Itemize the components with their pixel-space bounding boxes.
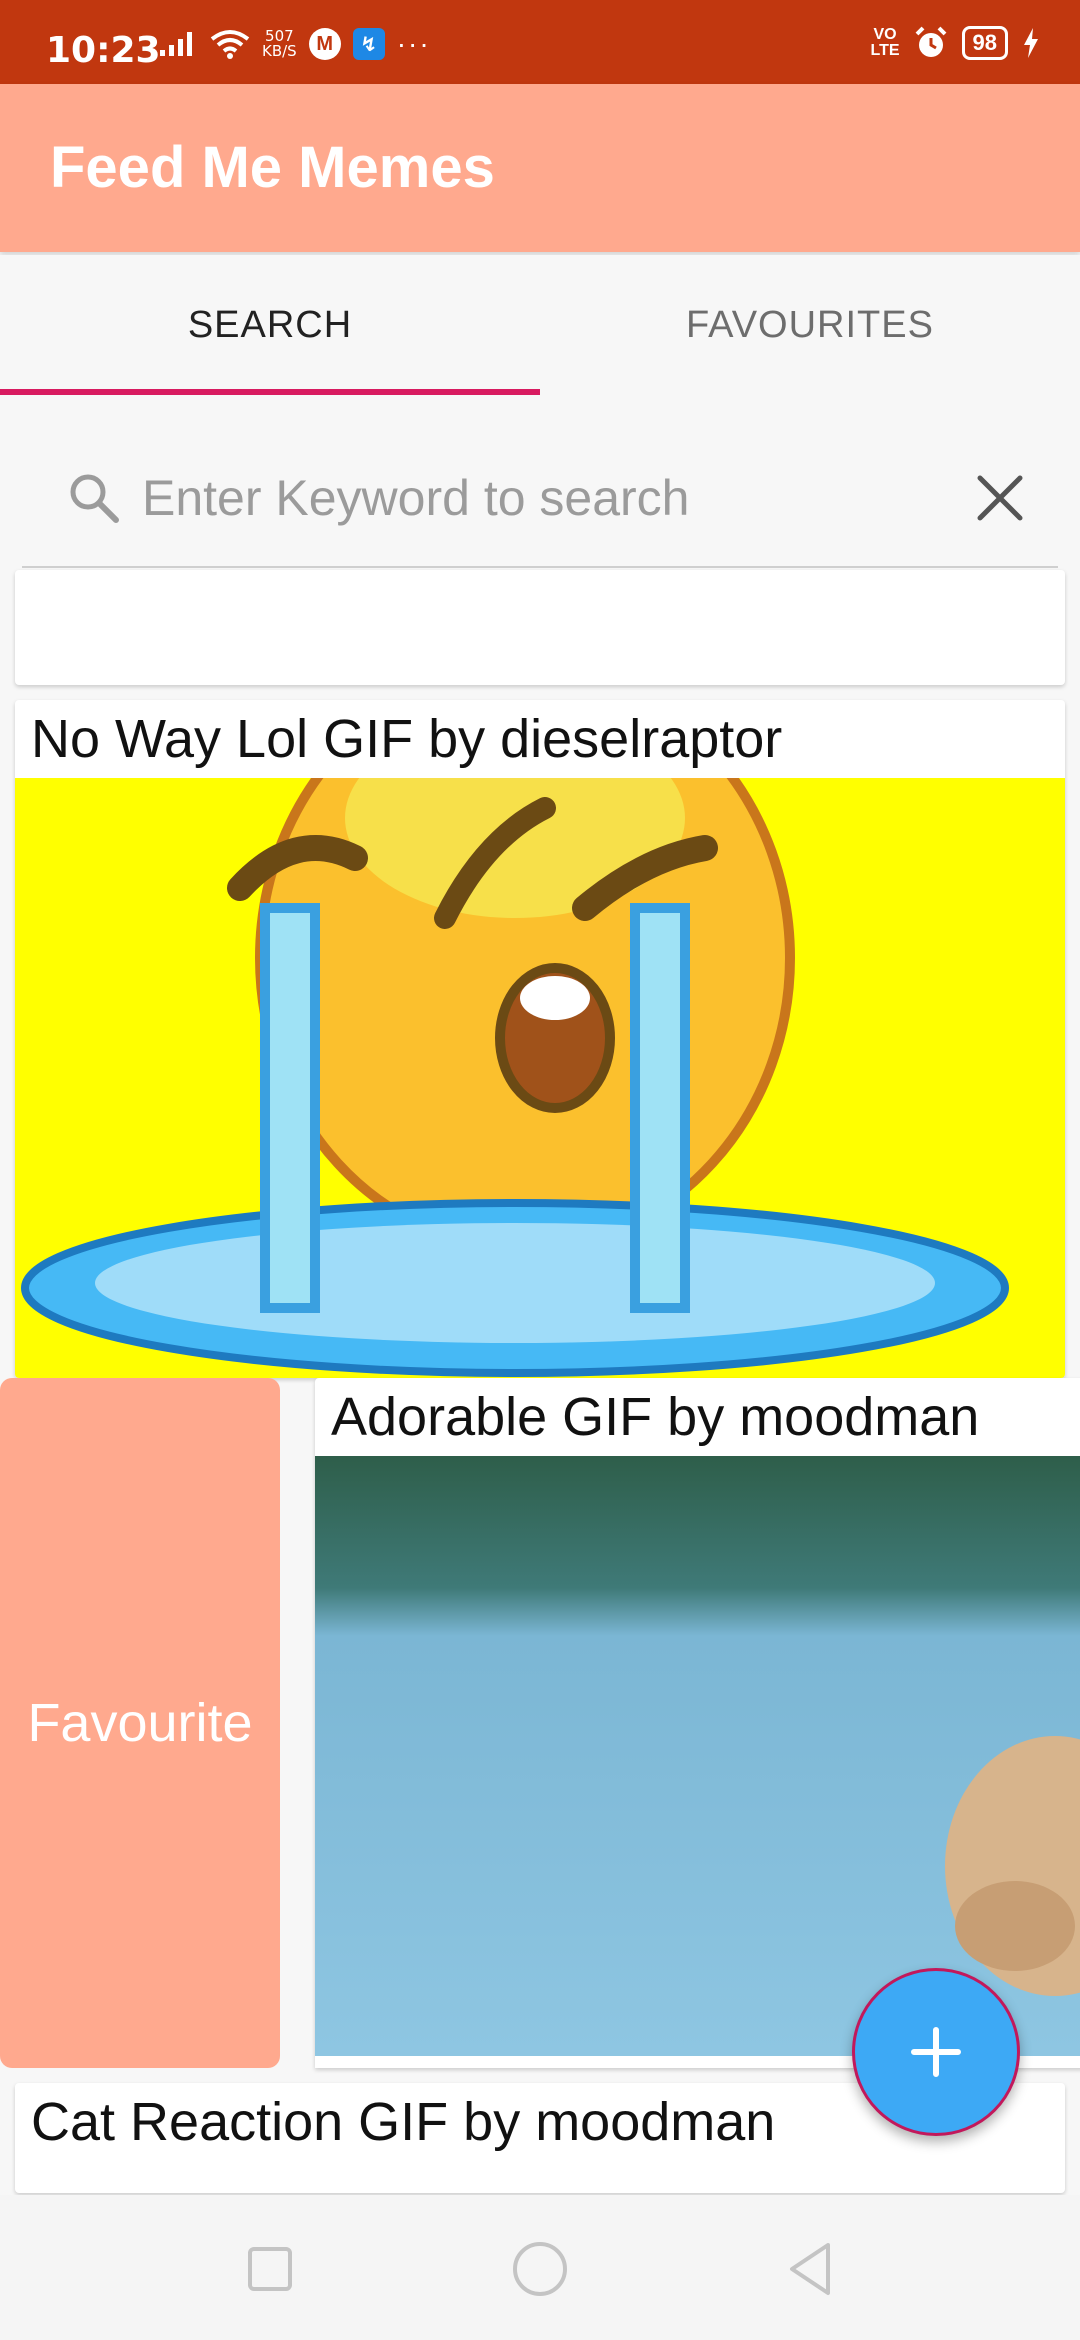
meme-card-title: No Way Lol GIF by dieselraptor (31, 709, 783, 769)
back-nav-icon[interactable] (780, 2239, 840, 2299)
volte-top: VO (873, 26, 897, 43)
meme-card-title: Cat Reaction GIF by moodman (31, 2092, 776, 2152)
signal-icon (160, 32, 192, 56)
circle-nav-icon[interactable] (510, 2239, 570, 2299)
status-left-icons: 507 KB/S M ↯ ··· (160, 28, 431, 60)
favourite-swipe-action[interactable]: Favourite (0, 1378, 280, 2068)
puppy-gif-image (315, 1456, 1080, 2056)
status-time: 10:23 (46, 30, 161, 71)
favourite-action-label: Favourite (27, 1693, 253, 1753)
search-bar (22, 440, 1058, 568)
usb-notification-icon: ↯ (352, 28, 385, 60)
square-nav-icon[interactable] (240, 2239, 300, 2299)
battery-icon: 98 (961, 26, 1008, 60)
mail-notification-icon: M (308, 28, 341, 60)
app-bar: Feed Me Memes (0, 84, 1080, 252)
charging-icon (1024, 28, 1038, 58)
volte-bottom: LTE (870, 42, 900, 59)
list-item[interactable] (15, 570, 1065, 685)
meme-card-title: Adorable GIF by moodman (331, 1387, 980, 1447)
meme-card-adorable[interactable]: Adorable GIF by moodman (315, 1378, 1080, 2068)
tab-indicator (0, 389, 540, 395)
system-nav-bar (0, 2195, 1080, 2340)
network-speed-unit: KB/S (262, 42, 297, 60)
meme-card-no-way-lol[interactable]: No Way Lol GIF by dieselraptor (15, 700, 1065, 1378)
wifi-icon (210, 30, 250, 59)
volte-indicator: VO LTE (870, 27, 899, 59)
add-button[interactable] (852, 1968, 1020, 2136)
more-notifications-icon: ··· (396, 28, 431, 59)
network-speed: 507 KB/S (262, 29, 297, 59)
tab-bar: SEARCH FAVOURITES (0, 255, 1080, 395)
alarm-icon (915, 26, 946, 57)
plus-icon (911, 2027, 961, 2077)
tab-favourites[interactable]: FAVOURITES (540, 255, 1080, 395)
search-underline (22, 566, 1058, 568)
crying-emoji-gif-image (15, 778, 1065, 1378)
app-title: Feed Me Memes (50, 135, 495, 200)
status-right-icons: VO LTE 98 (870, 26, 1040, 60)
search-icon (70, 474, 119, 523)
tab-search[interactable]: SEARCH (0, 255, 540, 395)
close-icon[interactable] (972, 470, 1028, 526)
search-input[interactable] (142, 460, 942, 536)
status-bar: 10:23 507 KB/S M ↯ ··· VO LTE 98 (0, 0, 1080, 84)
